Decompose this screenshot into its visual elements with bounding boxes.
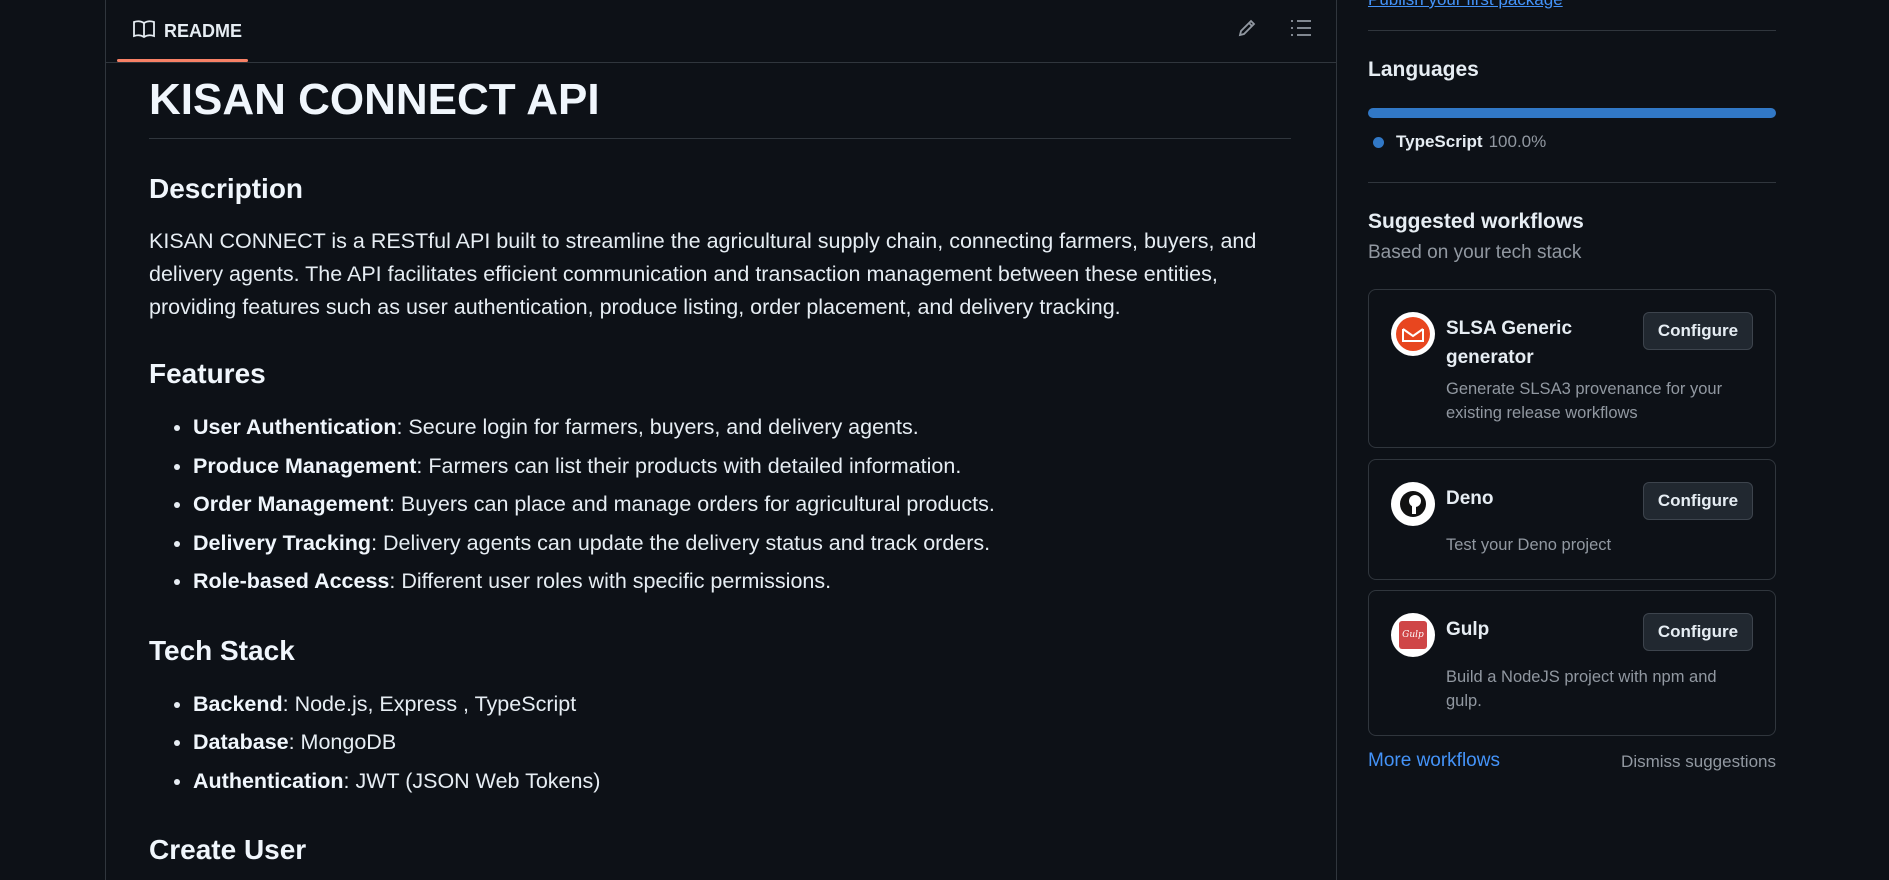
- list-item: User Authentication: Secure login for fa…: [193, 408, 1291, 447]
- language-percent: 100.0%: [1488, 132, 1547, 151]
- language-bar: [1368, 108, 1776, 118]
- workflow-card-slsa: SLSA Generic generator Generate SLSA3 pr…: [1368, 289, 1776, 448]
- description-text: KISAN CONNECT is a RESTful API built to …: [149, 229, 1257, 319]
- workflow-description: Test your Deno project: [1446, 536, 1612, 554]
- list-item: Delivery Tracking: Delivery agents can u…: [193, 524, 1291, 563]
- workflow-name: SLSA Generic generator: [1446, 318, 1573, 368]
- readme-panel: README KISAN CONNECT API Description KIS…: [105, 0, 1337, 880]
- list-item: Produce Management: Farmers can list the…: [193, 447, 1291, 486]
- tab-readme-label: README: [164, 20, 243, 41]
- deno-icon: [1391, 482, 1435, 526]
- tech-text: : Node.js, Express , TypeScript: [282, 691, 577, 716]
- slsa-icon: [1391, 312, 1435, 356]
- workflow-card-deno: Deno Test your Deno project Configure: [1368, 459, 1776, 580]
- outline-button[interactable]: [1285, 14, 1317, 46]
- language-item[interactable]: TypeScript 100.0%: [1373, 132, 1546, 152]
- feature-text: : Secure login for farmers, buyers, and …: [396, 415, 919, 439]
- feature-text: : Farmers can list their products with d…: [416, 453, 962, 478]
- techstack-heading: Tech Stack: [149, 634, 295, 666]
- tech-text: : JWT (JSON Web Tokens): [343, 768, 601, 793]
- techstack-list: Backend: Node.js, Express , TypeScript D…: [149, 685, 1291, 801]
- dismiss-suggestions-link[interactable]: Dismiss suggestions: [1621, 752, 1776, 772]
- feature-term: Role-based Access: [193, 569, 390, 593]
- list-item: Backend: Node.js, Express , TypeScript: [193, 685, 1291, 724]
- create-user-heading: Create User: [149, 834, 307, 865]
- workflow-description: Generate SLSA3 provenance for your exist…: [1446, 380, 1723, 422]
- workflows-subtitle: Based on your tech stack: [1368, 242, 1582, 263]
- gulp-logo: Gulp: [1399, 621, 1427, 649]
- features-heading: Features: [149, 358, 266, 389]
- language-dot: [1373, 136, 1384, 148]
- feature-term: User Authentication: [193, 415, 397, 439]
- tech-term: Authentication: [193, 768, 344, 793]
- configure-button[interactable]: Configure: [1643, 312, 1753, 350]
- configure-button[interactable]: Configure: [1643, 482, 1753, 520]
- list-item: Order Management: Buyers can place and m…: [193, 485, 1291, 524]
- workflow-description: Build a NodeJS project with npm and gulp…: [1446, 668, 1717, 710]
- list-item: Database: MongoDB: [193, 723, 1291, 762]
- description-heading: Description: [149, 173, 304, 204]
- workflow-name: Deno: [1446, 488, 1494, 509]
- tech-term: Backend: [193, 691, 283, 716]
- pencil-icon: [1237, 18, 1257, 43]
- features-list: User Authentication: Secure login for fa…: [149, 408, 1291, 601]
- readme-content: KISAN CONNECT API Description KISAN CONN…: [149, 62, 1291, 868]
- book-icon: [133, 19, 155, 44]
- more-workflows-link[interactable]: More workflows: [1368, 750, 1500, 772]
- feature-term: Delivery Tracking: [193, 530, 372, 555]
- list-item: Authentication: JWT (JSON Web Tokens): [193, 762, 1291, 801]
- workflow-name: Gulp: [1446, 619, 1490, 640]
- page-title: KISAN CONNECT API: [149, 74, 1291, 139]
- tech-text: : MongoDB: [288, 730, 397, 754]
- readme-header: README: [106, 0, 1336, 63]
- divider: [1368, 30, 1776, 31]
- tab-readme[interactable]: README: [117, 0, 248, 62]
- list-icon: [1290, 18, 1312, 43]
- feature-text: : Different user roles with specific per…: [389, 569, 832, 593]
- languages-heading: Languages: [1368, 58, 1479, 81]
- list-item: Role-based Access: Different user roles …: [193, 562, 1291, 601]
- tech-term: Database: [193, 730, 289, 754]
- divider: [1368, 182, 1776, 183]
- feature-text: : Buyers can place and manage orders for…: [388, 492, 995, 516]
- workflow-card-gulp: Gulp Gulp Build a NodeJS project with np…: [1368, 590, 1776, 736]
- publish-package-link[interactable]: Publish your first package: [1368, 0, 1563, 10]
- language-name: TypeScript: [1396, 132, 1483, 151]
- feature-term: Order Management: [193, 492, 389, 516]
- edit-button[interactable]: [1231, 14, 1263, 46]
- gulp-icon: Gulp: [1391, 613, 1435, 657]
- feature-text: : Delivery agents can update the deliver…: [371, 530, 991, 555]
- workflows-heading: Suggested workflows: [1368, 210, 1584, 233]
- feature-term: Produce Management: [193, 453, 417, 478]
- configure-button[interactable]: Configure: [1643, 613, 1753, 651]
